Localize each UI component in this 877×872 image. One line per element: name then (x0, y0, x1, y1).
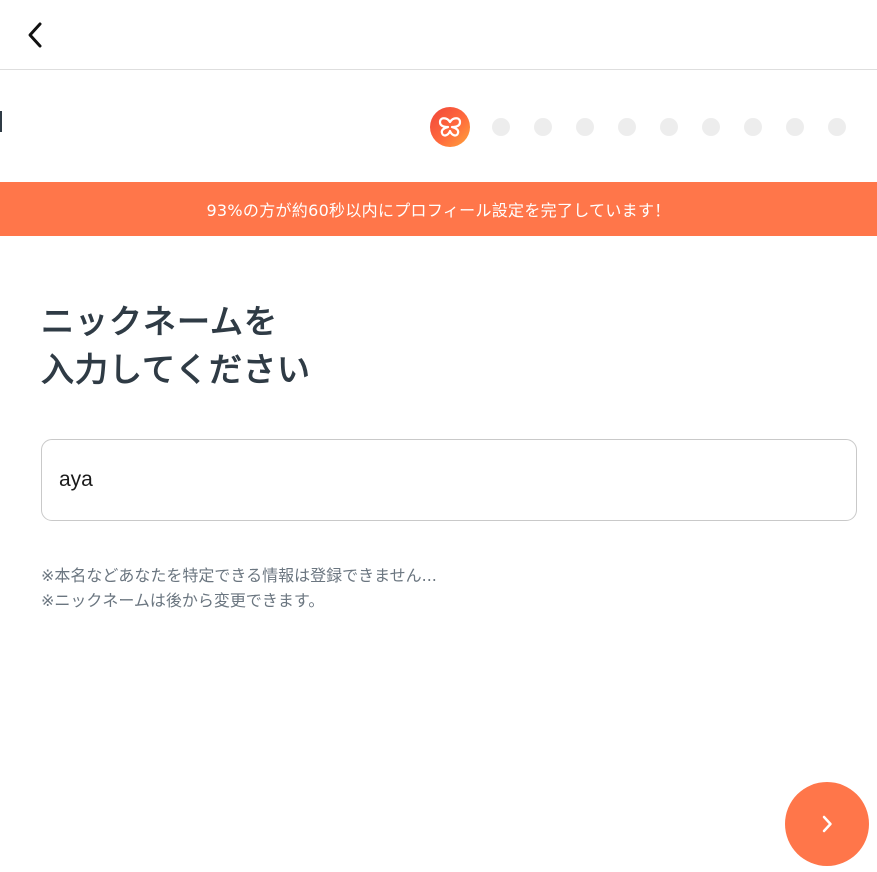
chevron-left-icon (28, 22, 42, 48)
chevron-right-icon (822, 815, 832, 833)
progress-dot (660, 118, 678, 136)
note-real-name: ※本名などあなたを特定できる情報は登録できません... (41, 566, 437, 585)
nickname-input[interactable] (41, 439, 857, 521)
butterfly-logo-icon (430, 107, 470, 147)
progress-dot (828, 118, 846, 136)
progress-dot (702, 118, 720, 136)
page-title-line1: ニックネームを (41, 302, 279, 341)
top-bar (0, 0, 877, 70)
page-title: ニックネームを 入力してください (41, 298, 311, 394)
banner-text: 93%の方が約60秒以内にプロフィール設定を完了しています！ (206, 201, 671, 220)
progress-dot (744, 118, 762, 136)
nickname-notes: ※本名などあなたを特定できる情報は登録できません... ※ニックネームは後から変… (41, 563, 437, 613)
step-progress (430, 107, 846, 147)
progress-dots (492, 118, 846, 136)
progress-dot (786, 118, 804, 136)
progress-dot (534, 118, 552, 136)
progress-dot (576, 118, 594, 136)
back-button[interactable] (14, 14, 56, 56)
edge-marker (0, 111, 2, 132)
completion-banner: 93%の方が約60秒以内にプロフィール設定を完了しています！ (0, 182, 877, 236)
page-title-line2: 入力してください (41, 350, 312, 389)
progress-dot (492, 118, 510, 136)
note-changeable: ※ニックネームは後から変更できます。 (41, 591, 325, 610)
progress-dot (618, 118, 636, 136)
next-button[interactable] (785, 782, 869, 866)
